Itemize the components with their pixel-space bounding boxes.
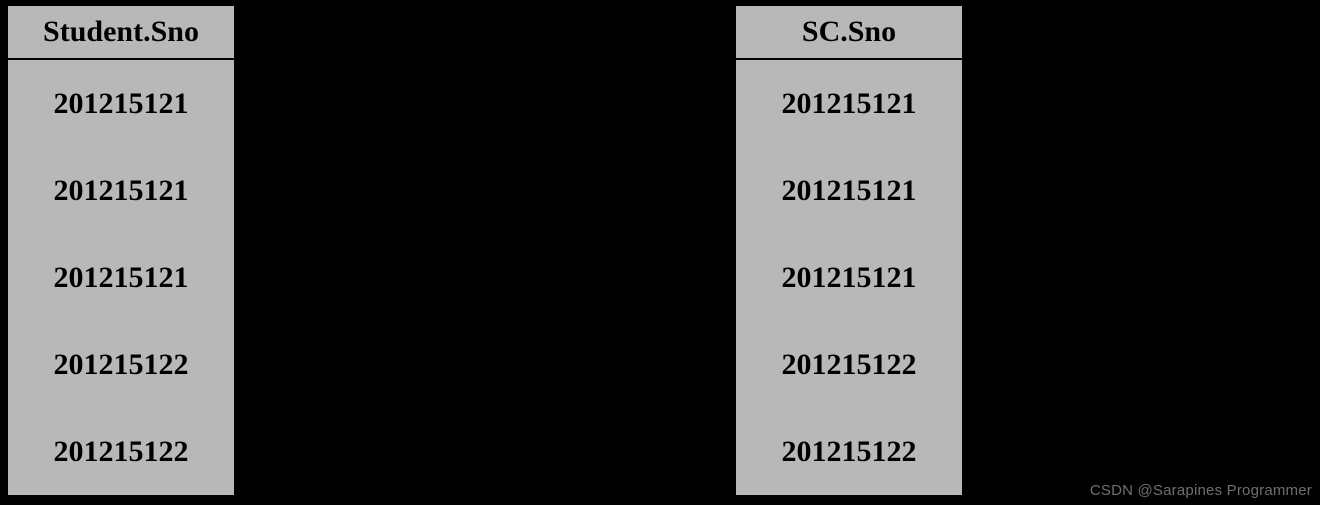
table-row: 201215121 [8, 60, 234, 147]
table-row: 201215122 [8, 321, 234, 408]
table-row: 201215121 [8, 147, 234, 234]
table-row: 201215121 [736, 60, 962, 147]
table-row: 201215121 [736, 147, 962, 234]
student-sno-header: Student.Sno [8, 6, 234, 60]
table-row: 201215121 [736, 234, 962, 321]
table-row: 201215122 [736, 321, 962, 408]
sc-sno-table: SC.Sno 201215121 201215121 201215121 201… [734, 4, 964, 497]
table-row: 201215122 [8, 408, 234, 495]
sc-sno-header: SC.Sno [736, 6, 962, 60]
watermark-text: CSDN @Sarapines Programmer [1090, 482, 1312, 499]
student-sno-table: Student.Sno 201215121 201215121 20121512… [6, 4, 236, 497]
table-row: 201215121 [8, 234, 234, 321]
table-row: 201215122 [736, 408, 962, 495]
